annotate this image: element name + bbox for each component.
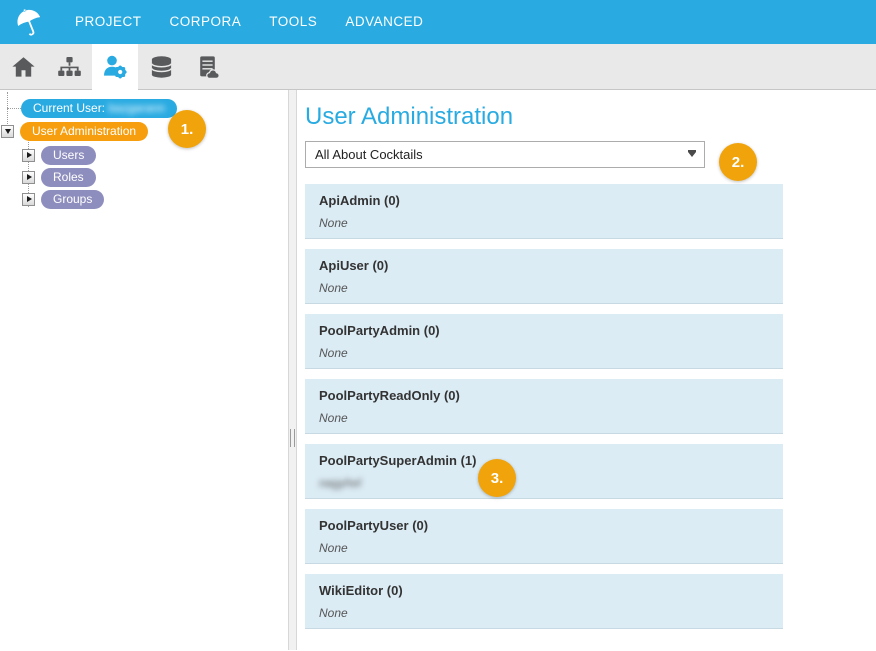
expand-expander-icon[interactable] [22,149,35,162]
annotation-badge-1: 1. [168,110,206,148]
poolparty-umbrella-logo[interactable] [12,5,46,39]
role-card-poolpartyreadonly: PoolPartyReadOnly (0) None [305,379,783,434]
role-title: ApiAdmin (0) [319,193,769,208]
role-members: nagyhel [319,476,769,490]
annotation-badge-2: 2. [719,143,757,181]
role-card-apiadmin: ApiAdmin (0) None [305,184,783,239]
menu-item-corpora[interactable]: CORPORA [156,0,256,44]
home-icon[interactable] [0,44,46,90]
role-title: PoolPartyAdmin (0) [319,323,769,338]
role-title: ApiUser (0) [319,258,769,273]
tree-item-roles[interactable]: Roles [41,168,96,187]
current-user-label: Current User: [33,101,105,115]
role-members: None [319,541,769,555]
menu-item-tools[interactable]: TOOLS [255,0,331,44]
role-members: None [319,411,769,425]
annotation-badge-3: 3. [478,459,516,497]
role-card-poolpartyadmin: PoolPartyAdmin (0) None [305,314,783,369]
role-card-apiuser: ApiUser (0) None [305,249,783,304]
user-administration-icon[interactable] [92,44,138,90]
expand-expander-icon[interactable] [22,193,35,206]
menu-item-advanced[interactable]: ADVANCED [331,0,437,44]
app-window: PROJECT CORPORA TOOLS ADVANCED [0,0,876,651]
splitter-grip-icon [290,429,295,447]
tree-item-current-user[interactable]: Current User: bazgarann [21,99,177,118]
tree-item-groups[interactable]: Groups [41,190,104,209]
role-title: PoolPartySuperAdmin (1) [319,453,769,468]
icon-toolbar [0,44,876,90]
top-navigation-bar: PROJECT CORPORA TOOLS ADVANCED [0,0,876,44]
role-members: None [319,281,769,295]
server-cloud-icon[interactable] [184,44,230,90]
tree-item-users[interactable]: Users [41,146,96,165]
chevron-down-icon [688,152,696,157]
menu-item-project[interactable]: PROJECT [61,0,156,44]
page-title: User Administration [305,103,876,131]
role-title: PoolPartyReadOnly (0) [319,388,769,403]
panel-splitter[interactable] [288,90,297,650]
main-menu: PROJECT CORPORA TOOLS ADVANCED [61,0,437,44]
project-dropdown[interactable]: All About Cocktails [305,141,705,168]
role-members: None [319,216,769,230]
role-title: WikiEditor (0) [319,583,769,598]
project-dropdown-value: All About Cocktails [315,147,423,162]
hierarchy-icon[interactable] [46,44,92,90]
database-icon[interactable] [138,44,184,90]
navigation-tree: Current User: bazgarann User Administrat… [0,90,288,650]
role-members: None [319,346,769,360]
role-card-poolpartysuperadmin: PoolPartySuperAdmin (1) nagyhel [305,444,783,499]
role-title: PoolPartyUser (0) [319,518,769,533]
role-list: ApiAdmin (0) None ApiUser (0) None PoolP… [305,184,783,629]
role-card-poolpartyuser: PoolPartyUser (0) None [305,509,783,564]
tree-connector [7,108,21,109]
collapse-expander-icon[interactable] [1,125,14,138]
role-card-wikieditor: WikiEditor (0) None [305,574,783,629]
tree-item-user-administration[interactable]: User Administration [20,122,148,141]
current-user-value: bazgarann [108,101,165,115]
expand-expander-icon[interactable] [22,171,35,184]
role-members: None [319,606,769,620]
main-panel: User Administration All About Cocktails … [297,90,876,650]
